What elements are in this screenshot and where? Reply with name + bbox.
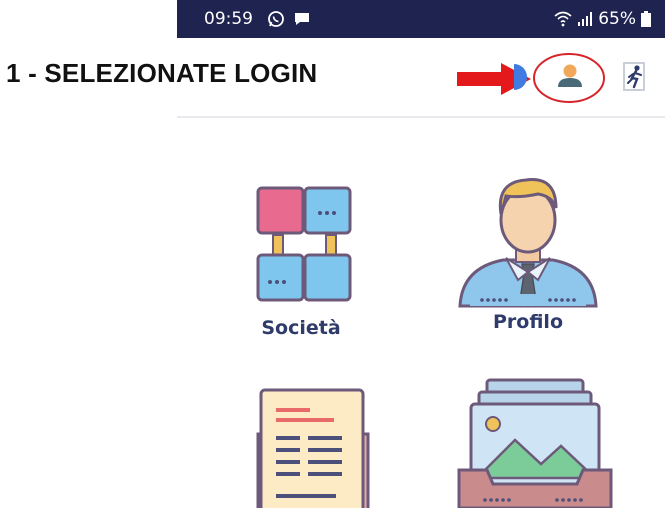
logout-button[interactable] [621,60,649,94]
tile-label-societa: Società [261,317,341,339]
tile-profilo[interactable]: Profilo [438,168,618,333]
instruction-annotation: 1 - SELEZIONATE LOGIN [6,58,318,88]
company-network-icon [256,186,352,302]
tile-label-profilo: Profilo [493,311,563,333]
message-icon [295,13,309,25]
document-icon [256,388,370,508]
wifi-icon [554,11,572,27]
avatar-icon[interactable] [514,64,528,90]
screenshot-stage: 09:59 65% 1 - SELEZIONATE LOGIN Società … [0,0,665,508]
signal-icon [578,12,593,26]
tile-photo-archive[interactable] [440,374,620,508]
status-notification-icons [267,10,311,28]
whatsapp-icon [268,11,284,27]
status-bar: 09:59 65% [177,0,665,38]
tile-document[interactable] [211,386,391,508]
exit-icon [623,62,645,91]
profile-person-icon [458,178,598,308]
status-right-group: 65% [554,9,651,29]
battery-icon [641,11,651,27]
tile-societa[interactable]: Società [211,180,391,339]
user-login-icon [533,53,605,103]
login-button[interactable] [531,50,607,106]
photo-archive-icon [457,378,613,508]
status-time: 09:59 [204,9,253,29]
battery-level: 65% [598,9,636,29]
